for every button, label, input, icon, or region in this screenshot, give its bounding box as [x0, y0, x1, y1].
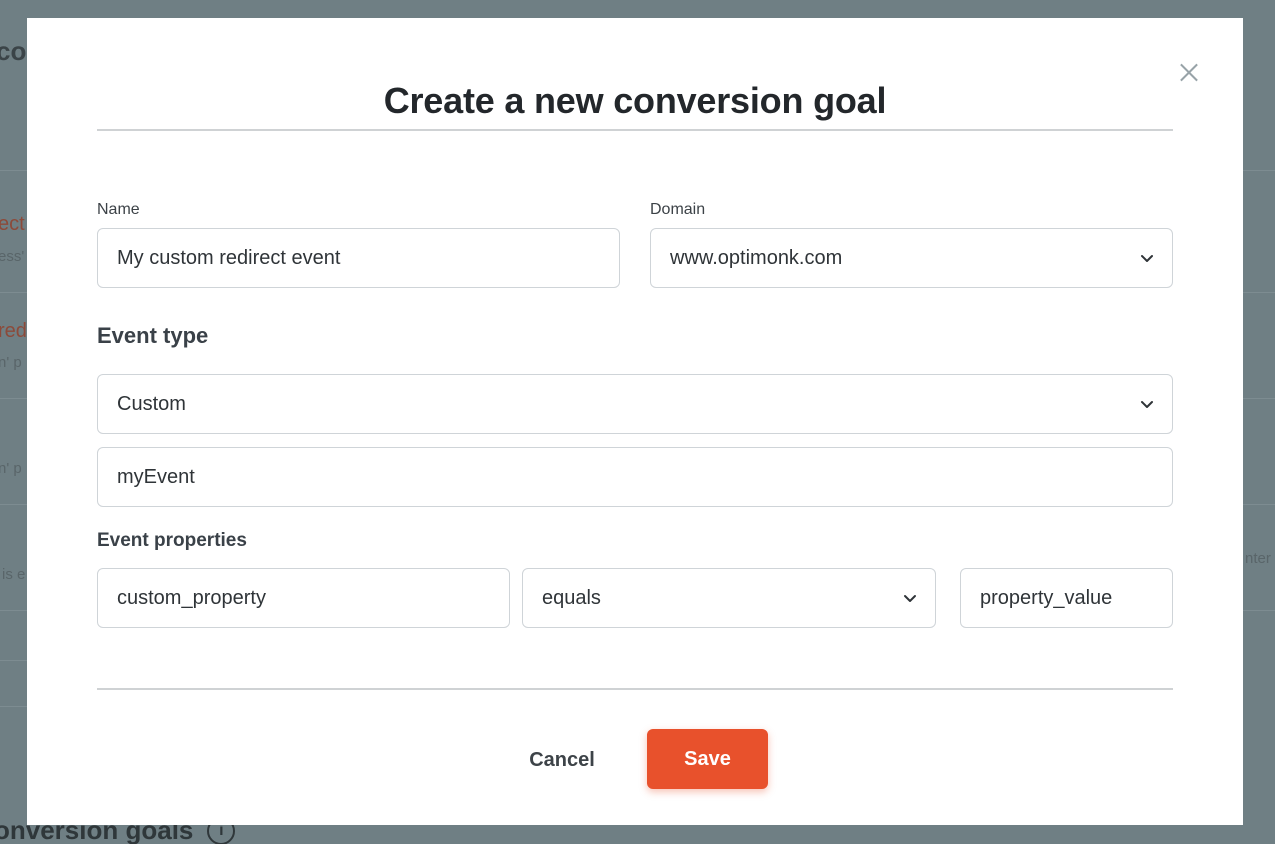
cancel-button[interactable]: Cancel	[517, 730, 607, 790]
background-divider	[0, 660, 27, 661]
background-row-subtext: nter	[1245, 550, 1271, 567]
domain-label: Domain	[650, 201, 706, 218]
background-row-subtext: is e	[2, 566, 26, 583]
save-button[interactable]: Save	[647, 729, 768, 789]
operator-select[interactable]: equals	[522, 568, 936, 628]
modal-title: Create a new conversion goal	[383, 80, 887, 121]
property-value-input-value: property_value	[980, 586, 1113, 609]
background-row-subtext: n' p	[0, 354, 22, 371]
name-input-value: My custom redirect event	[117, 246, 341, 269]
event-type-select[interactable]: Custom	[97, 374, 1173, 434]
close-icon[interactable]	[1175, 58, 1203, 86]
background-divider	[0, 706, 27, 707]
property-value-input[interactable]: property_value	[960, 568, 1173, 628]
background-row-text: red	[0, 320, 27, 342]
event-type-label: Event type	[97, 323, 209, 348]
event-type-select-value: Custom	[117, 392, 186, 415]
domain-select-value: www.optimonk.com	[670, 246, 843, 269]
event-properties-label: Event properties	[97, 530, 247, 551]
property-name-input-value: custom_property	[117, 586, 266, 609]
domain-select[interactable]: www.optimonk.com	[650, 228, 1173, 288]
event-name-input-value: myEvent	[117, 465, 195, 488]
chevron-down-icon	[903, 591, 917, 605]
name-label: Name	[97, 201, 140, 218]
chevron-down-icon	[1140, 251, 1154, 265]
background-title-fragment: co	[0, 36, 27, 66]
create-conversion-goal-modal: Create a new conversion goal Name My cus…	[27, 18, 1243, 825]
header-divider	[97, 129, 1173, 131]
operator-select-value: equals	[542, 586, 601, 609]
background-row-subtext: ess'	[0, 248, 25, 265]
background-row-text: ect	[0, 213, 25, 235]
footer-divider	[97, 688, 1173, 690]
property-name-input[interactable]: custom_property	[97, 568, 510, 628]
name-input[interactable]: My custom redirect event	[97, 228, 620, 288]
chevron-down-icon	[1140, 397, 1154, 411]
event-name-input[interactable]: myEvent	[97, 447, 1173, 507]
background-row-subtext: n' p	[0, 460, 22, 477]
